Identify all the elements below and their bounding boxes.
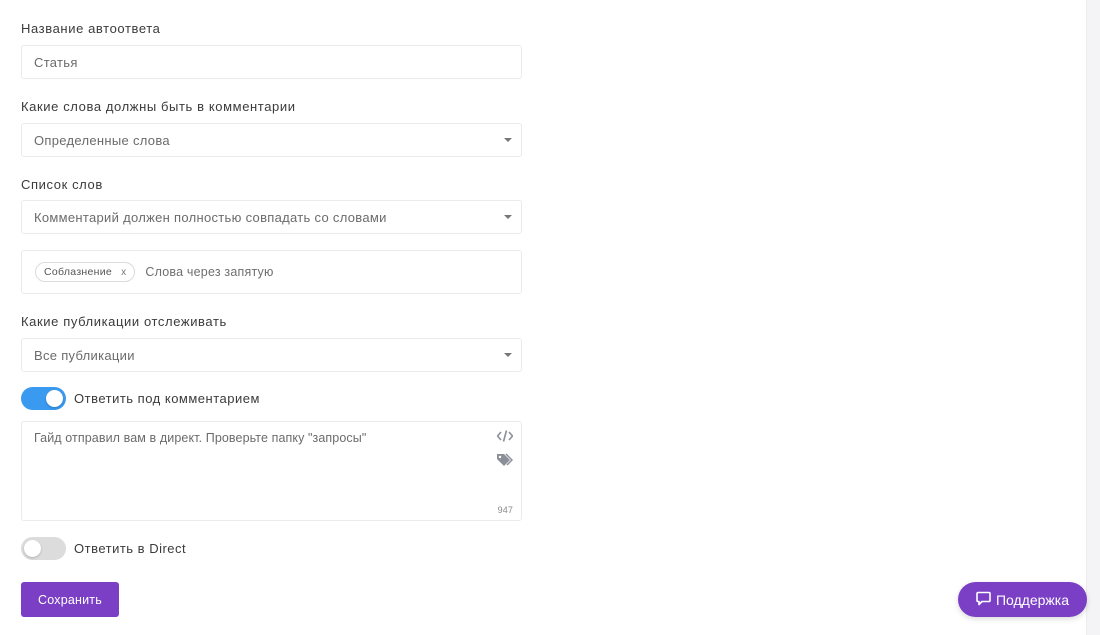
reply-direct-toggle[interactable] — [21, 537, 66, 560]
chevron-down-icon — [504, 215, 512, 219]
reply-direct-label: Ответить в Direct — [74, 541, 187, 556]
publications-label: Какие публикации отслеживать — [21, 314, 227, 329]
toggle-knob — [24, 540, 41, 557]
publications-select[interactable]: Все публикации — [21, 338, 522, 372]
page-scrollbar[interactable] — [1086, 0, 1100, 635]
word-tag-label: Соблазнение — [44, 266, 113, 278]
reply-text: Гайд отправил вам в директ. Проверьте па… — [34, 431, 367, 445]
word-list-label: Список слов — [21, 177, 103, 192]
reply-comment-row: Ответить под комментарием — [21, 387, 260, 410]
code-icon[interactable] — [495, 430, 514, 445]
word-tags-text-field[interactable] — [145, 265, 508, 279]
support-label: Поддержка — [995, 591, 1070, 608]
toggle-knob — [46, 390, 63, 407]
publications-value: Все публикации — [34, 347, 135, 363]
words-rule-select[interactable]: Определенные слова — [21, 123, 522, 157]
reply-comment-label: Ответить под комментарием — [74, 391, 260, 406]
save-button[interactable]: Сохранить — [21, 582, 119, 617]
word-tags-input[interactable]: Соблазнение x — [21, 250, 522, 294]
chevron-down-icon — [504, 353, 512, 357]
chevron-down-icon — [504, 138, 512, 142]
name-input[interactable]: Статья — [21, 45, 522, 79]
name-input-value: Статья — [34, 54, 78, 70]
support-button[interactable]: Поддержка — [958, 582, 1087, 617]
words-rule-value: Определенные слова — [34, 132, 170, 148]
autoreply-settings-page: Название автоответа Статья Какие слова д… — [0, 0, 1100, 635]
name-label: Название автоответа — [21, 21, 161, 36]
reply-text-area[interactable]: Гайд отправил вам в директ. Проверьте па… — [21, 421, 522, 521]
tag-icon[interactable] — [496, 453, 514, 470]
words-rule-label: Какие слова должны быть в комментарии — [21, 99, 296, 114]
char-counter: 947 — [497, 505, 513, 515]
word-match-value: Комментарий должен полностью совпадать с… — [34, 209, 387, 225]
remove-tag-icon[interactable]: x — [121, 267, 126, 278]
chat-icon — [976, 591, 991, 609]
textarea-tools — [495, 430, 514, 470]
word-tag: Соблазнение x — [35, 262, 136, 282]
reply-comment-toggle[interactable] — [21, 387, 66, 410]
reply-direct-row: Ответить в Direct — [21, 537, 186, 560]
word-match-select[interactable]: Комментарий должен полностью совпадать с… — [21, 200, 522, 234]
